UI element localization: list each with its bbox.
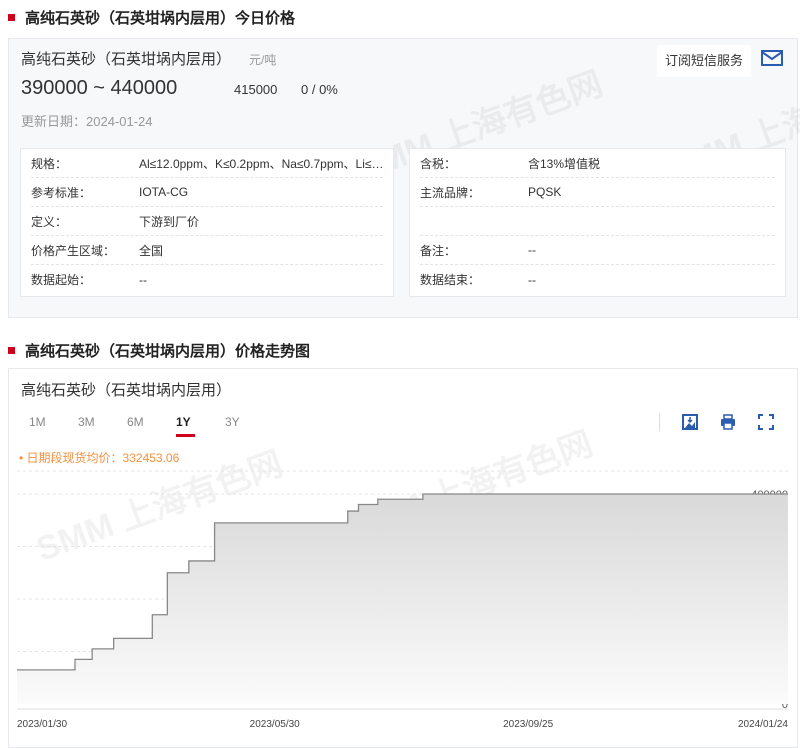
spec-value: -- bbox=[528, 243, 536, 257]
spec-key: 含税： bbox=[420, 156, 457, 171]
price-change: 0 / 0% bbox=[301, 82, 338, 97]
spec-row: 定义： 下游到厂价 bbox=[31, 207, 383, 236]
spec-value: Al≤12.0ppm、K≤0.2ppm、Na≤0.7ppm、Li≤… bbox=[139, 156, 383, 171]
price-chart: 01000002000003000004000002023/01/302023/… bbox=[17, 470, 788, 730]
spec-key: 定义： bbox=[31, 214, 68, 229]
spec-row: 备注： -- bbox=[420, 236, 775, 265]
x-tick-label: 2024/01/24 bbox=[738, 719, 788, 730]
subscribe-sms-button[interactable]: 订阅短信服务 bbox=[657, 45, 751, 77]
spec-value: -- bbox=[139, 272, 147, 287]
spec-key: 数据结束： bbox=[420, 273, 481, 287]
section-title-text: 高纯石英砂（石英坩埚内层用）价格走势图 bbox=[25, 343, 311, 360]
spec-key: 数据起始： bbox=[31, 273, 92, 287]
spec-value: PQSK bbox=[528, 185, 562, 199]
spec-row bbox=[420, 207, 775, 236]
spec-row: 价格产生区域： 全国 bbox=[31, 236, 383, 265]
spec-key: 规格： bbox=[31, 156, 68, 171]
section-title-trend: 高纯石英砂（石英坩埚内层用）价格走势图 bbox=[8, 340, 310, 361]
update-date: 更新日期：2024-01-24 bbox=[21, 114, 153, 129]
spec-table-left: 规格： Al≤12.0ppm、K≤0.2ppm、Na≤0.7ppm、Li≤… 参考标… bbox=[20, 148, 394, 297]
section-marker bbox=[8, 14, 15, 21]
price-card: SMM 上海有色网 SMM 上海有色网 高纯石英砂（石英坩埚内层用）元/吨 39… bbox=[8, 38, 800, 318]
mail-icon[interactable] bbox=[761, 49, 783, 67]
spec-table-right: 含税： 含13%增值税主流品牌： PQSK 备注： -- 数据结束： -- bbox=[409, 148, 786, 297]
spec-row: 含税： 含13%增值税 bbox=[420, 149, 775, 178]
x-tick-label: 2023/09/25 bbox=[503, 719, 553, 730]
spec-value: 下游到厂价 bbox=[139, 214, 200, 229]
product-name-text: 高纯石英砂（石英坩埚内层用） bbox=[21, 51, 232, 68]
section-title-text: 高纯石英砂（石英坩埚内层用）今日价格 bbox=[25, 10, 296, 27]
x-tick-label: 2023/05/30 bbox=[250, 719, 300, 730]
unit-label: 元/吨 bbox=[249, 53, 277, 67]
spec-value: -- bbox=[528, 272, 536, 287]
section-marker bbox=[8, 347, 15, 354]
spec-value: 含13%增值税 bbox=[528, 156, 601, 171]
spec-value: IOTA-CG bbox=[139, 185, 189, 199]
spec-value: 全国 bbox=[139, 243, 164, 258]
product-name: 高纯石英砂（石英坩埚内层用） 元/吨 bbox=[21, 48, 276, 69]
spec-key: 价格产生区域： bbox=[31, 243, 116, 258]
chart-card: 高纯石英砂（石英坩埚内层用） 1M 3M 6M 1Y 3Y • 日期段现货均价：3324… bbox=[8, 368, 798, 748]
spec-key: 参考标准： bbox=[31, 185, 92, 200]
spec-row: 主流品牌： PQSK bbox=[420, 178, 775, 207]
x-tick-label: 2023/01/30 bbox=[17, 719, 67, 730]
average-price: 415000 bbox=[234, 82, 278, 97]
price-range: 390000 ~ 440000 bbox=[21, 77, 178, 99]
spec-row: 数据结束： -- bbox=[420, 265, 775, 294]
spec-key: 备注： bbox=[420, 243, 457, 258]
spec-row: 数据起始： -- bbox=[31, 265, 383, 294]
spec-row: 参考标准： IOTA-CG bbox=[31, 178, 383, 207]
section-title-today-price: 高纯石英砂（石英坩埚内层用）今日价格 bbox=[8, 7, 295, 28]
spec-key: 主流品牌： bbox=[420, 185, 481, 200]
spec-row: 规格： Al≤12.0ppm、K≤0.2ppm、Na≤0.7ppm、Li≤… bbox=[31, 149, 383, 178]
